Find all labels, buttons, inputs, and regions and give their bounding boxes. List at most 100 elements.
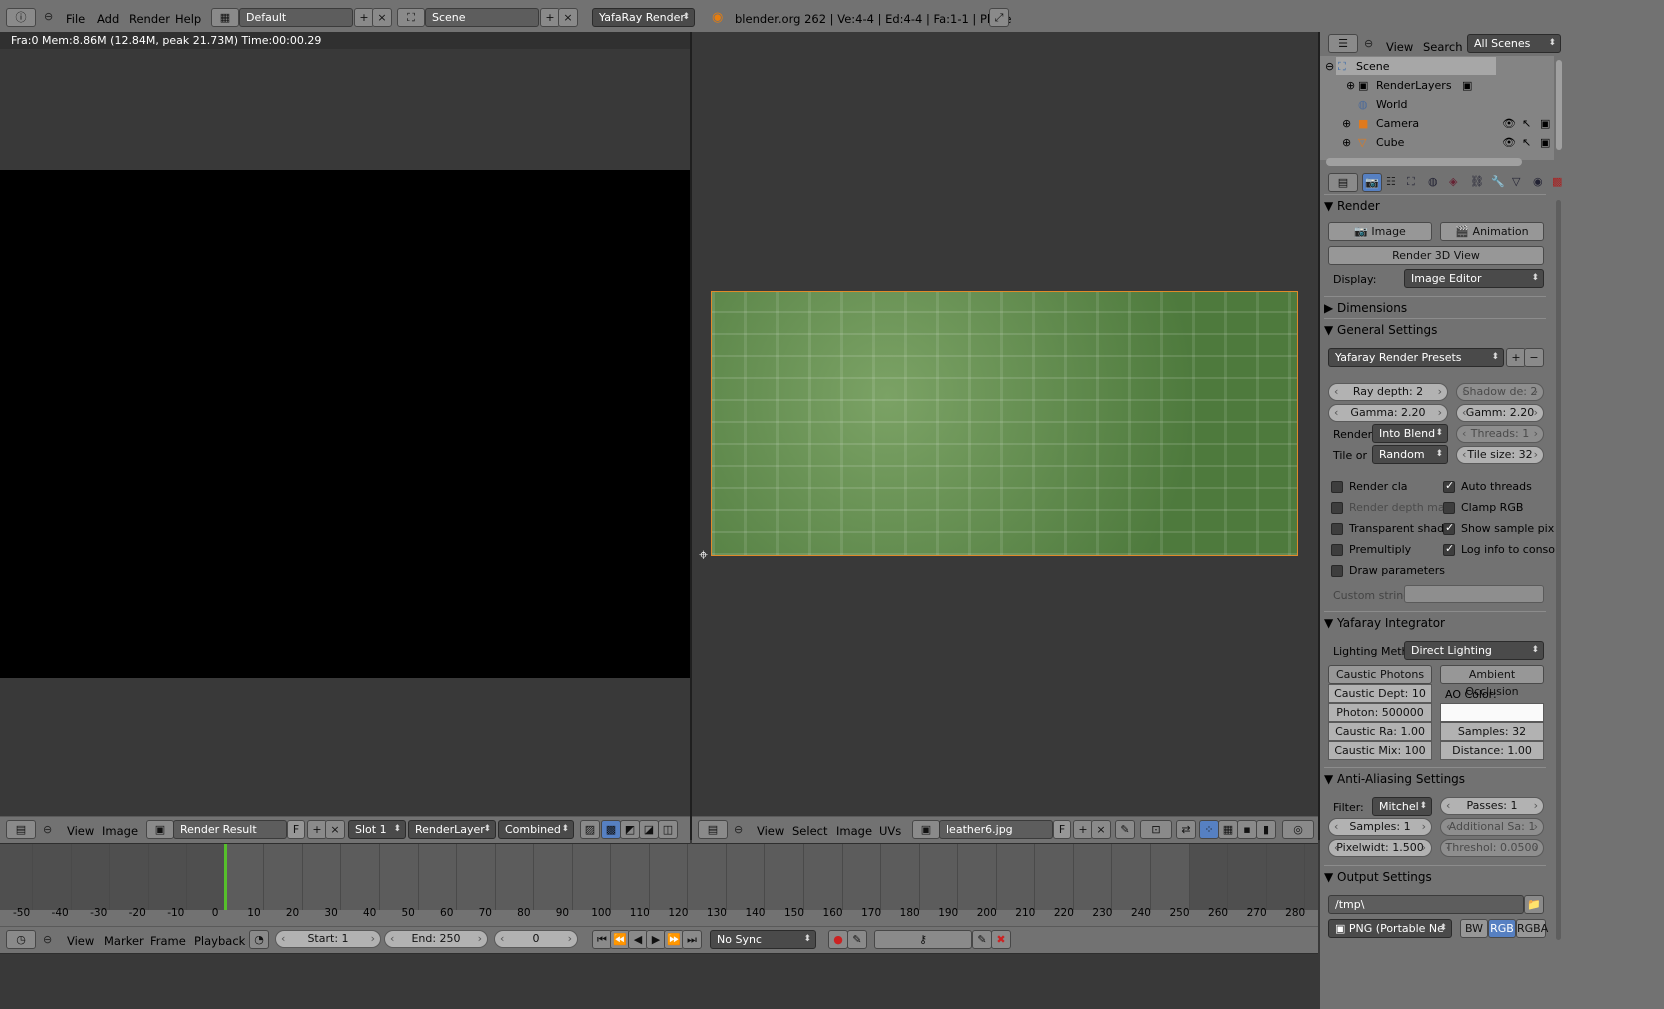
menu-add[interactable]: Add: [97, 0, 119, 32]
integrator-panel-header[interactable]: ▼ Yafaray Integrator: [1324, 611, 1546, 633]
ao-distance-field[interactable]: Distance: 1.00: [1440, 741, 1544, 760]
ao-samples-field[interactable]: Samples: 32: [1440, 722, 1544, 741]
outliner-vscrollbar[interactable]: [1556, 60, 1562, 150]
timeline-menu-marker[interactable]: Marker: [104, 922, 144, 954]
layers-tab-icon[interactable]: ☷: [1386, 175, 1396, 188]
timeline-menu-frame[interactable]: Frame: [150, 922, 186, 954]
delete-keyframe-icon[interactable]: ✖: [991, 930, 1011, 949]
select-cursor-icon[interactable]: ↖: [1522, 114, 1531, 133]
expand-icon[interactable]: ⊕: [1342, 114, 1351, 133]
color-rgb-toggle[interactable]: RGB: [1488, 919, 1516, 938]
color-bw-toggle[interactable]: BW: [1460, 919, 1488, 938]
uv-new-image-icon[interactable]: +: [1073, 820, 1093, 839]
uv-image-browse-icon[interactable]: ▣: [912, 820, 940, 839]
new-image-icon[interactable]: +: [307, 820, 327, 839]
material-tab-icon[interactable]: ◉: [1533, 175, 1543, 188]
world-tab-icon[interactable]: ◍: [1428, 175, 1438, 188]
unlink-image-icon[interactable]: ×: [325, 820, 345, 839]
insert-keyframe-icon[interactable]: ✎: [972, 930, 992, 949]
constraints-tab-icon[interactable]: ⛓: [1470, 175, 1484, 188]
aa-panel-header[interactable]: ▼ Anti-Aliasing Settings: [1324, 767, 1546, 789]
remove-preset-icon[interactable]: −: [1524, 348, 1544, 367]
render-image-button[interactable]: 📷 Image: [1328, 222, 1432, 241]
caustic-photons-toggle[interactable]: Caustic Photons: [1328, 665, 1432, 684]
uv-menu-view[interactable]: View: [757, 812, 784, 844]
uv-menu-select[interactable]: Select: [792, 812, 827, 844]
timeline-collapse-icon[interactable]: ⊖: [43, 933, 52, 946]
checkbox[interactable]: [1331, 523, 1343, 535]
preview-range-icon[interactable]: ◔: [249, 930, 269, 949]
display-dropdown[interactable]: Image Editor: [1404, 269, 1544, 288]
collapse-menu-icon[interactable]: ⊖: [44, 10, 53, 23]
remove-scene-icon[interactable]: ×: [558, 8, 578, 27]
general-settings-header[interactable]: ▼ General Settings: [1324, 318, 1546, 340]
jump-keyframe-back-icon[interactable]: ⏪: [610, 930, 630, 949]
jump-end-icon[interactable]: ⏭: [682, 930, 702, 949]
photons-field[interactable]: Photon: 500000: [1328, 703, 1432, 722]
pivot-icon[interactable]: ⊡: [1140, 820, 1172, 839]
tile-order-dropdown[interactable]: Random: [1372, 445, 1448, 464]
render-layer-dropdown[interactable]: RenderLayer: [408, 820, 496, 839]
timeline-menu-view[interactable]: View: [67, 922, 94, 954]
uv-image-name-field[interactable]: leather6.jpg: [939, 820, 1053, 839]
island-select-icon[interactable]: ▮: [1256, 820, 1276, 839]
timeline-menu-playback[interactable]: Playback: [194, 922, 245, 954]
screen-layout-field[interactable]: Default: [239, 8, 353, 27]
filter-dropdown[interactable]: Mitchel: [1372, 797, 1432, 816]
render-result-canvas[interactable]: [0, 170, 690, 678]
outliner-item-cube[interactable]: Cube: [1376, 133, 1404, 152]
pin-icon[interactable]: ✎: [1115, 820, 1135, 839]
vertex-select-icon[interactable]: ⁘: [1199, 820, 1219, 839]
scene-tab-icon[interactable]: ⛶: [1407, 175, 1415, 189]
render-icon[interactable]: ▣: [1540, 114, 1550, 133]
checkbox[interactable]: [1331, 481, 1343, 493]
output-panel-header[interactable]: ▼ Output Settings: [1324, 865, 1546, 887]
properties-scrollbar[interactable]: [1556, 200, 1561, 940]
aa-samples-field[interactable]: Samples: 1: [1328, 818, 1432, 836]
sync-selection-icon[interactable]: ⇄: [1176, 820, 1196, 839]
checkbox[interactable]: [1331, 565, 1343, 577]
sync-mode-dropdown[interactable]: No Sync: [710, 930, 816, 949]
image-editor-menu-image[interactable]: Image: [102, 812, 138, 844]
checkbox[interactable]: [1443, 521, 1455, 535]
tile-size-field[interactable]: Tile size: 32: [1456, 446, 1544, 464]
info-editor-type-button[interactable]: ⓘ: [6, 8, 36, 27]
render-panel-header[interactable]: ▼ Render: [1324, 194, 1546, 216]
shadow-depth-field[interactable]: Shadow de: 2: [1456, 383, 1544, 401]
remove-layout-icon[interactable]: ×: [372, 8, 392, 27]
visibility-eye-icon[interactable]: 👁: [1502, 133, 1516, 152]
timeline-type-icon[interactable]: ◷: [6, 930, 36, 949]
modifiers-tab-icon[interactable]: 🔧: [1491, 175, 1505, 188]
screen-layout-icon[interactable]: ▦: [211, 8, 239, 27]
alpha-checker-icon[interactable]: ▩: [601, 820, 621, 839]
caustic-depth-field[interactable]: Caustic Dept: 10: [1328, 684, 1432, 703]
outliner-hscrollbar[interactable]: [1326, 158, 1522, 166]
uv-editor-type-icon[interactable]: ▤: [698, 820, 728, 839]
outliner-item-scene[interactable]: Scene: [1356, 57, 1390, 76]
image-browse-icon[interactable]: ▣: [146, 820, 174, 839]
render-icon[interactable]: ▣: [1540, 133, 1550, 152]
ambient-occlusion-toggle[interactable]: Ambient Occlusion: [1440, 665, 1544, 698]
select-cursor-icon[interactable]: ↖: [1522, 133, 1531, 152]
edge-select-icon[interactable]: ▦: [1218, 820, 1238, 839]
render-engine-dropdown[interactable]: YafaRay Render: [592, 8, 695, 27]
expand-icon[interactable]: ⊕: [1346, 76, 1355, 95]
uv-collapse-icon[interactable]: ⊖: [734, 823, 743, 836]
keying-set-icon[interactable]: ⚷: [874, 930, 972, 949]
checkbox[interactable]: [1331, 502, 1343, 514]
fullscreen-icon[interactable]: ⤢: [989, 8, 1009, 27]
aa-pixelwidth-field[interactable]: Pixelwidt: 1.500: [1328, 839, 1432, 857]
file-browse-icon[interactable]: 📁: [1524, 895, 1544, 914]
play-icon[interactable]: ▶: [646, 930, 666, 949]
image-editor-menu-view[interactable]: View: [67, 812, 94, 844]
checkbox[interactable]: [1443, 479, 1455, 493]
draw-channels-icon[interactable]: ▨: [580, 820, 600, 839]
proportional-edit-icon[interactable]: ◎: [1282, 820, 1314, 839]
custom-string-input[interactable]: [1404, 585, 1544, 603]
outliner-collapse-icon[interactable]: ⊖: [1364, 37, 1373, 50]
checkbox[interactable]: [1443, 542, 1455, 556]
color-rgba-toggle[interactable]: RGBA: [1516, 919, 1548, 938]
end-frame-field[interactable]: End: 250: [384, 930, 488, 948]
object-tab-icon[interactable]: ◈: [1449, 175, 1457, 188]
current-frame-field[interactable]: 0: [494, 930, 578, 948]
